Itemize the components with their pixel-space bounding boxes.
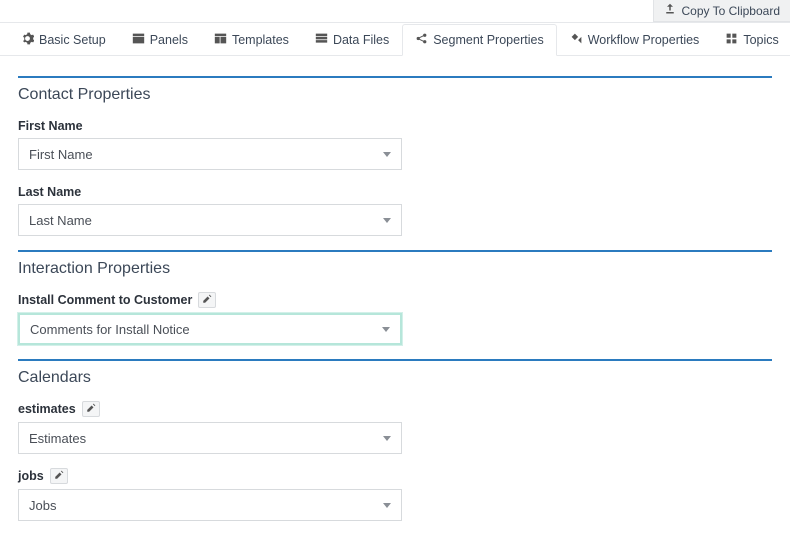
install-comment-dropdown[interactable]: Comments for Install Notice — [18, 313, 402, 345]
copy-to-clipboard-label: Copy To Clipboard — [681, 4, 780, 18]
section-rule — [18, 76, 772, 78]
estimates-dropdown[interactable]: Estimates — [18, 422, 402, 454]
data-files-icon — [315, 32, 328, 48]
section-interaction-properties: Interaction Properties Install Comment t… — [18, 250, 772, 345]
tab-label: Topics — [743, 33, 778, 47]
jobs-dropdown[interactable]: Jobs — [18, 489, 402, 521]
page-root: Copy To Clipboard Basic Setup Panels Tem… — [0, 0, 790, 555]
chevron-down-icon — [383, 152, 391, 157]
pencil-icon — [202, 293, 212, 307]
pencil-icon — [86, 402, 96, 416]
dropdown-value: Estimates — [29, 431, 86, 446]
field-label: First Name — [18, 119, 83, 133]
tab-segment-properties[interactable]: Segment Properties — [402, 24, 556, 56]
upload-icon — [664, 3, 676, 18]
chevron-down-icon — [383, 503, 391, 508]
section-rule — [18, 250, 772, 252]
section-calendars: Calendars estimates Estimates jobs — [18, 359, 772, 521]
field-label-text: Install Comment to Customer — [18, 293, 192, 307]
edit-button[interactable] — [198, 292, 216, 308]
tabs-bar: Basic Setup Panels Templates Data Files … — [0, 23, 790, 56]
field-label-text: estimates — [18, 402, 76, 416]
last-name-dropdown[interactable]: Last Name — [18, 204, 402, 236]
chevron-down-icon — [383, 436, 391, 441]
chevron-down-icon — [383, 218, 391, 223]
pencil-icon — [54, 469, 64, 483]
share-icon — [415, 32, 428, 48]
field-label: estimates — [18, 401, 100, 417]
edit-button[interactable] — [82, 401, 100, 417]
content-area: Contact Properties First Name First Name… — [0, 56, 790, 555]
tab-label: Data Files — [333, 33, 389, 47]
field-label-text: jobs — [18, 469, 44, 483]
tab-templates[interactable]: Templates — [201, 24, 302, 56]
dropdown-value: Comments for Install Notice — [30, 322, 190, 337]
field-label: Install Comment to Customer — [18, 292, 216, 308]
tab-basic-setup[interactable]: Basic Setup — [8, 24, 119, 56]
panel-icon — [132, 32, 145, 48]
dropdown-value: Last Name — [29, 213, 92, 228]
field-label: jobs — [18, 468, 68, 484]
workflow-icon — [570, 32, 583, 48]
dropdown-value: First Name — [29, 147, 93, 162]
gear-icon — [21, 32, 34, 48]
tab-label: Workflow Properties — [588, 33, 700, 47]
section-rule — [18, 359, 772, 361]
topics-icon — [725, 32, 738, 48]
tab-label: Panels — [150, 33, 188, 47]
tab-topics[interactable]: Topics — [712, 24, 790, 56]
tab-panels[interactable]: Panels — [119, 24, 201, 56]
template-icon — [214, 32, 227, 48]
tab-data-files[interactable]: Data Files — [302, 24, 402, 56]
section-title: Contact Properties — [18, 86, 772, 104]
tab-label: Basic Setup — [39, 33, 106, 47]
edit-button[interactable] — [50, 468, 68, 484]
section-contact-properties: Contact Properties First Name First Name… — [18, 76, 772, 236]
field-label: Last Name — [18, 185, 81, 199]
section-title: Calendars — [18, 369, 772, 387]
field-jobs: jobs Jobs — [18, 468, 772, 521]
copy-to-clipboard-button[interactable]: Copy To Clipboard — [653, 0, 790, 22]
field-estimates: estimates Estimates — [18, 401, 772, 454]
section-title: Interaction Properties — [18, 260, 772, 278]
copy-bar: Copy To Clipboard — [0, 0, 790, 23]
chevron-down-icon — [382, 327, 390, 332]
tab-label: Segment Properties — [433, 33, 543, 47]
dropdown-value: Jobs — [29, 498, 56, 513]
field-first-name: First Name First Name — [18, 118, 772, 170]
tab-workflow-properties[interactable]: Workflow Properties — [557, 24, 713, 56]
first-name-dropdown[interactable]: First Name — [18, 138, 402, 170]
field-install-comment: Install Comment to Customer Comments for… — [18, 292, 772, 345]
field-last-name: Last Name Last Name — [18, 184, 772, 236]
tab-label: Templates — [232, 33, 289, 47]
